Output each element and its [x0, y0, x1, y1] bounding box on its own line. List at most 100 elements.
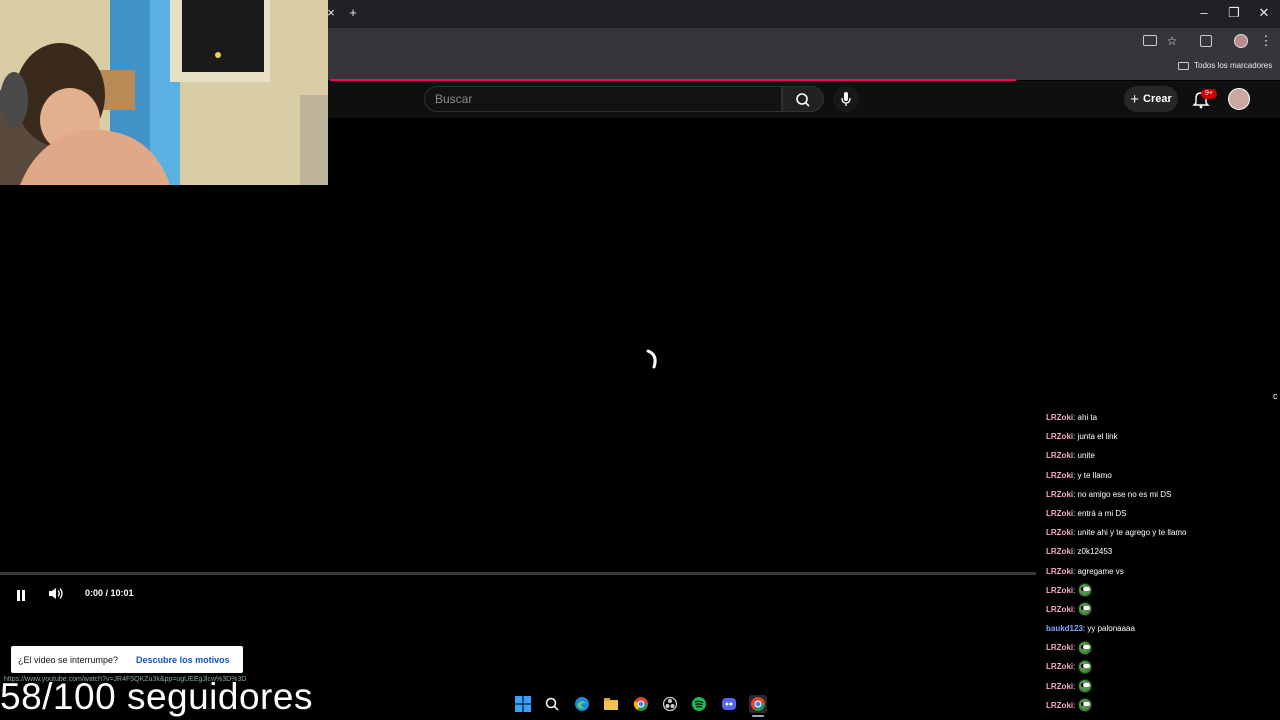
- video-progress-bar[interactable]: [0, 572, 1036, 575]
- pause-icon: [17, 590, 25, 601]
- pepe-emote-icon: [1078, 679, 1093, 694]
- account-avatar[interactable]: [1228, 88, 1250, 110]
- chat-username[interactable]: LRZoki: [1046, 638, 1073, 657]
- chat-username[interactable]: LRZoki: [1046, 485, 1073, 504]
- chat-username[interactable]: LRZoki: [1046, 427, 1073, 446]
- chat-message: LRZoki:: [1046, 581, 1276, 600]
- plus-icon: +: [1130, 90, 1139, 108]
- chat-username[interactable]: LRZoki: [1046, 408, 1073, 427]
- search-icon: [796, 93, 810, 107]
- chat-message: LRZoki:: [1046, 638, 1276, 657]
- learn-why-link[interactable]: Descubre los motivos: [136, 655, 230, 665]
- chat-username[interactable]: LRZoki: [1046, 523, 1073, 542]
- webcam-image: [0, 0, 328, 185]
- chat-username[interactable]: LRZoki: [1046, 581, 1073, 600]
- close-window-button[interactable]: ✕: [1255, 6, 1273, 22]
- search-button[interactable]: [782, 86, 824, 112]
- chat-message: LRZoki:: [1046, 677, 1276, 696]
- chat-message: LRZoki: z0k12453: [1046, 542, 1276, 561]
- chat-message: LRZoki: entrá a mi DS: [1046, 504, 1276, 523]
- notification-badge: 9+: [1201, 89, 1217, 99]
- chat-text: :: [1073, 662, 1076, 672]
- edge-icon[interactable]: [573, 695, 591, 713]
- chrome-profile-icon[interactable]: [749, 695, 767, 713]
- chat-text: :: [1073, 700, 1076, 710]
- search-icon[interactable]: [543, 695, 561, 713]
- chat-message: LRZoki: agregame vs: [1046, 562, 1276, 581]
- chat-username[interactable]: LRZoki: [1046, 542, 1073, 561]
- chat-username[interactable]: LRZoki: [1046, 446, 1073, 465]
- spotify-icon[interactable]: [690, 695, 708, 713]
- chat-message: LRZoki:: [1046, 657, 1276, 676]
- file-explorer-icon[interactable]: [602, 695, 620, 713]
- create-label: Crear: [1143, 93, 1172, 105]
- chat-text: :: [1073, 681, 1076, 691]
- chat-message: LRZoki: y te llamo: [1046, 466, 1276, 485]
- microphone-icon: [841, 92, 851, 106]
- pepe-emote-icon: [1078, 660, 1093, 675]
- chat-username[interactable]: LRZoki: [1046, 677, 1073, 696]
- folder-icon: [1178, 62, 1189, 70]
- chat-message: LRZoki: junta el link: [1046, 427, 1276, 446]
- chat-message: LRZoki: unite ahi y te agrego y te llamo: [1046, 523, 1276, 542]
- minimize-button[interactable]: –: [1195, 6, 1213, 22]
- chat-username[interactable]: baukd123: [1046, 619, 1083, 638]
- chat-message: baukd123: yy palonaaaa: [1046, 619, 1276, 638]
- extensions-icon[interactable]: [1200, 35, 1212, 47]
- chat-username[interactable]: LRZoki: [1046, 466, 1073, 485]
- active-app-indicator: [752, 715, 764, 717]
- chat-text: : ahi ta: [1073, 413, 1098, 422]
- pause-button[interactable]: [16, 588, 26, 601]
- chat-username[interactable]: LRZoki: [1046, 504, 1073, 523]
- chat-text: : y te llamo: [1073, 470, 1112, 480]
- time-display: 0:00 / 10:01: [85, 588, 134, 598]
- new-tab-button[interactable]: +: [344, 6, 362, 22]
- chat-message: LRZoki:: [1046, 600, 1276, 619]
- chat-text: :: [1073, 585, 1076, 595]
- pepe-emote-icon: [1078, 583, 1093, 598]
- followers-goal-overlay: 58/100 seguidores: [0, 676, 313, 717]
- chat-corner-glyph: c: [1273, 391, 1278, 401]
- chat-text: : z0k12453: [1073, 547, 1113, 557]
- obs-icon[interactable]: [661, 695, 679, 713]
- volume-icon: [49, 588, 63, 599]
- chat-text: : no amigo ese no es mi DS: [1073, 489, 1172, 499]
- voice-search-button[interactable]: [833, 86, 859, 112]
- chat-text: :: [1073, 604, 1076, 614]
- pepe-emote-icon: [1078, 698, 1093, 713]
- volume-button[interactable]: [48, 587, 64, 600]
- bookmark-star-icon[interactable]: ☆: [1163, 34, 1181, 50]
- chat-text: : yy palonaaaa: [1082, 624, 1135, 634]
- playback-issue-toast: ¿El video se interrumpe? Descubre los mo…: [11, 646, 243, 673]
- chat-username[interactable]: LRZoki: [1046, 562, 1073, 581]
- menu-dots-icon[interactable]: ⋮: [1257, 34, 1275, 50]
- chat-username[interactable]: LRZoki: [1046, 657, 1073, 676]
- chat-message-list: LRZoki: ahi ta LRZoki: junta el link LRZok…: [1046, 408, 1276, 715]
- cast-icon[interactable]: [1143, 35, 1157, 46]
- create-button[interactable]: + Crear: [1124, 86, 1178, 112]
- chat-text: : unite: [1073, 451, 1095, 461]
- profile-icon[interactable]: [1234, 34, 1248, 48]
- all-bookmarks-label[interactable]: Todos los marcadores: [1194, 61, 1272, 70]
- loading-spinner: [640, 349, 664, 373]
- pepe-emote-icon: [1078, 602, 1093, 617]
- chat-username[interactable]: LRZoki: [1046, 696, 1073, 715]
- chat-message: LRZoki: no amigo ese no es mi DS: [1046, 485, 1276, 504]
- chat-text: :: [1073, 643, 1076, 653]
- chat-text: : unite ahi y te agrego y te llamo: [1073, 528, 1187, 538]
- pepe-emote-icon: [1078, 640, 1093, 655]
- discord-icon[interactable]: [720, 695, 738, 713]
- chat-message: LRZoki:: [1046, 696, 1276, 715]
- maximize-button[interactable]: ❐: [1225, 6, 1243, 22]
- chat-message: LRZoki: unite: [1046, 446, 1276, 465]
- chat-message: LRZoki: ahi ta: [1046, 408, 1276, 427]
- webcam-overlay: [0, 0, 328, 185]
- chrome-icon[interactable]: [632, 695, 650, 713]
- chat-username[interactable]: LRZoki: [1046, 600, 1073, 619]
- toast-question: ¿El video se interrumpe?: [18, 654, 119, 665]
- chat-text: : entrá a mi DS: [1073, 508, 1127, 518]
- windows-start-icon[interactable]: [514, 695, 532, 713]
- chat-text: : agregame vs: [1073, 566, 1124, 576]
- search-input[interactable]: Buscar: [424, 86, 782, 112]
- chat-text: : junta el link: [1073, 432, 1118, 442]
